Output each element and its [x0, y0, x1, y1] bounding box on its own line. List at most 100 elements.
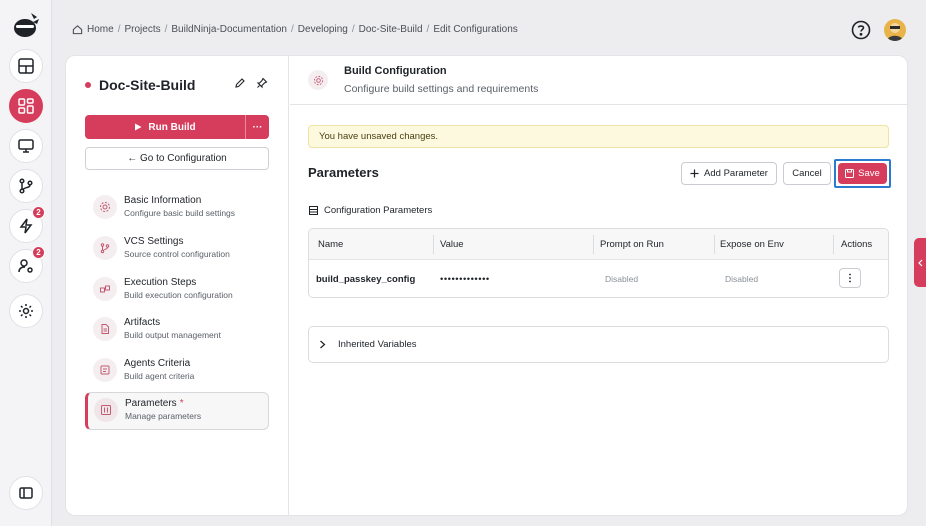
nav-subtitle: Build output management: [124, 330, 221, 340]
user-settings-icon: [18, 259, 33, 273]
rail-triggers-button[interactable]: 2: [9, 206, 45, 243]
edit-icon[interactable]: [234, 77, 246, 89]
header-subtitle: Configure build settings and requirement…: [344, 83, 539, 95]
gear-icon: [100, 202, 110, 212]
inherited-variables-toggle[interactable]: Inherited Variables: [308, 326, 889, 363]
col-header-name: Name: [318, 239, 344, 250]
col-header-value: Value: [440, 239, 464, 250]
side-panel-toggle[interactable]: [914, 238, 926, 287]
run-options-button[interactable]: ···: [245, 115, 269, 139]
nav-subtitle: Build agent criteria: [124, 371, 195, 381]
save-icon: [845, 169, 855, 178]
build-title-text: Doc-Site-Build: [99, 77, 196, 93]
sidebar-item-agents-criteria[interactable]: Agents Criteria Build agent criteria: [85, 353, 269, 391]
home-icon[interactable]: [72, 24, 83, 35]
nav-title: Parameters: [125, 398, 177, 409]
configuration-parameters-title: Configuration Parameters: [324, 205, 433, 216]
nav-title: Basic Information: [124, 195, 202, 206]
notification-badge: 2: [32, 206, 45, 219]
nav-subtitle: Build execution configuration: [124, 290, 233, 300]
nav-title: Agents Criteria: [124, 358, 191, 369]
breadcrumb-build[interactable]: Doc-Site-Build: [359, 24, 423, 35]
breadcrumb-projects[interactable]: Projects: [124, 24, 160, 35]
notification-badge: 2: [32, 246, 45, 259]
rail-vcs-button[interactable]: [9, 169, 43, 203]
play-icon: [135, 123, 142, 131]
nav-subtitle: Manage parameters: [125, 411, 202, 421]
config-sidebar: Doc-Site-Build Run Build ··· ← Go to Con…: [66, 56, 289, 515]
param-expose-status: Disabled: [725, 274, 759, 284]
save-label: Save: [858, 168, 880, 179]
nav-subtitle: Configure basic build settings: [124, 208, 236, 218]
help-icon[interactable]: [851, 20, 871, 40]
git-branch-icon: [100, 243, 110, 254]
rail-agents-button[interactable]: [9, 129, 43, 163]
table-header-row: Name Value Prompt on Run Expose on Env A…: [309, 229, 888, 260]
col-header-expose: Expose on Env: [720, 239, 784, 250]
unsaved-warning: You have unsaved changes.: [308, 125, 889, 148]
col-header-actions: Actions: [841, 239, 873, 250]
sidebar-item-artifacts[interactable]: Artifacts Build output management: [85, 312, 269, 350]
breadcrumb-group[interactable]: Developing: [298, 24, 348, 35]
inherited-variables-label: Inherited Variables: [338, 339, 417, 350]
nav-title: VCS Settings: [124, 236, 184, 247]
sidebar-item-execution-steps[interactable]: Execution Steps Build execution configura…: [85, 272, 269, 310]
save-button-focus-ring: Save: [834, 159, 891, 188]
sidebar-item-vcs-settings[interactable]: VCS Settings Source control configuration: [85, 231, 269, 269]
status-dot: [85, 82, 91, 88]
pin-icon[interactable]: [256, 77, 268, 89]
sidebar-item-basic-information[interactable]: Basic Information Configure basic build s…: [85, 190, 269, 228]
go-to-configuration-button[interactable]: ← Go to Configuration: [85, 147, 269, 170]
run-build-button[interactable]: Run Build: [85, 115, 245, 139]
nav-title: Artifacts: [124, 317, 161, 328]
rail-users-button[interactable]: 2: [9, 246, 45, 283]
sidebar-item-parameters[interactable]: Parameters * Manage parameters: [85, 392, 269, 430]
breadcrumb-separator: /: [164, 24, 168, 35]
run-build-label: Run Build: [148, 121, 196, 133]
rail-projects-button[interactable]: [9, 89, 43, 123]
grid-icon: [18, 98, 34, 114]
breadcrumb-separator: /: [426, 24, 430, 35]
run-build-button-group: Run Build ···: [85, 115, 269, 139]
sidebar-toggle-icon: [19, 487, 33, 499]
table-row: build_passkey_config ••••••••••••• Disab…: [309, 260, 888, 297]
gear-icon: [19, 304, 33, 318]
breadcrumb-current: Edit Configurations: [433, 24, 518, 35]
git-branch-icon: [19, 178, 33, 194]
criteria-icon: [100, 365, 110, 375]
rail-dashboard-button[interactable]: [9, 49, 43, 83]
parameters-title: Parameters: [308, 165, 379, 180]
nav-subtitle: Source control configuration: [124, 249, 230, 259]
rail-collapse-button[interactable]: [9, 476, 43, 510]
breadcrumb: Home / Projects / BuildNinja-Documentati…: [72, 24, 518, 35]
cancel-button[interactable]: Cancel: [783, 162, 831, 185]
file-icon: [101, 324, 109, 334]
breadcrumb-separator: /: [291, 24, 294, 35]
user-avatar-icon: [887, 23, 903, 41]
chevron-right-icon: [320, 340, 326, 349]
header-title: Build Configuration: [344, 65, 447, 77]
param-name: build_passkey_config: [316, 273, 416, 285]
lightning-icon: [19, 218, 33, 234]
modified-indicator: *: [179, 398, 184, 409]
plus-icon: [690, 169, 699, 178]
parameters-icon: [101, 405, 111, 415]
add-parameter-button[interactable]: Add Parameter: [681, 162, 777, 185]
list-icon: [309, 206, 318, 215]
save-button[interactable]: Save: [838, 163, 887, 184]
more-vertical-icon: [849, 273, 851, 283]
avatar[interactable]: [884, 19, 906, 41]
steps-icon: [100, 285, 110, 293]
ninja-logo-icon[interactable]: [11, 10, 41, 40]
content-header: Build Configuration Configure build sett…: [290, 56, 907, 105]
col-header-prompt: Prompt on Run: [600, 239, 664, 250]
row-actions-button[interactable]: [839, 268, 861, 288]
breadcrumb-separator: /: [117, 24, 121, 35]
nav-title: Execution Steps: [124, 277, 197, 288]
rail-settings-button[interactable]: [9, 294, 43, 328]
breadcrumb-home[interactable]: Home: [87, 24, 114, 35]
monitor-icon: [18, 139, 34, 153]
breadcrumb-separator: /: [351, 24, 355, 35]
breadcrumb-project[interactable]: BuildNinja-Documentation: [171, 24, 287, 35]
add-parameter-label: Add Parameter: [704, 168, 768, 179]
